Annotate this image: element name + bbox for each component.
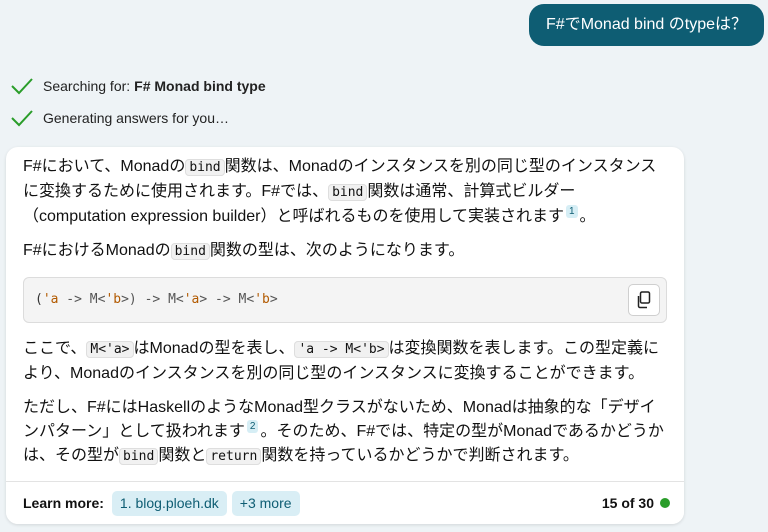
turn-counter-text: 15 of 30 [601, 495, 654, 511]
copy-icon [637, 291, 651, 309]
answer-paragraph-3: ここで、 M<'a> はMonadの型を表し、'a -> M<'b> は変換関数を表し… [23, 337, 667, 386]
inline-code: bind [170, 243, 210, 260]
code-token: 'b [105, 292, 122, 307]
inline-code: bind [185, 159, 225, 176]
text: 関数と [158, 447, 207, 464]
code-token: -> M< [58, 292, 106, 307]
text: 。 [579, 208, 596, 225]
text: はMonadの型を表し、 [133, 340, 295, 357]
answer-paragraph-2: F#におけるMonadの bind 関数の型は、次のようになります。 [23, 239, 667, 264]
generating-status-text: Generating answers for you… [43, 110, 229, 126]
code-token: 'b [254, 292, 270, 307]
answer-paragraph-1: F#において、Monadの bind 関数は、Monadのインスタンスを別の同じ型の… [23, 155, 667, 229]
code-token: > -> M< [199, 292, 255, 307]
inline-code: M<'a> [86, 341, 134, 358]
answer-card: F#において、Monadの bind 関数は、Monadのインスタンスを別の同じ型の… [6, 147, 684, 524]
answer-content: F#において、Monadの bind 関数は、Monadのインスタンスを別の同じ型の… [6, 147, 684, 469]
inline-code: return [206, 448, 262, 465]
status-dot [660, 498, 670, 508]
search-status: Searching for: F# Monad bind type [10, 76, 266, 96]
answer-paragraph-4: ただし、F#にはHaskellのようなMonad型クラスがないため、Monadは… [23, 396, 667, 469]
turn-counter: 15 of 30 [602, 495, 670, 511]
citation-1[interactable]: 1 [565, 205, 578, 218]
inline-code: bind [119, 448, 159, 465]
generating-status: Generating answers for you… [10, 108, 229, 128]
code-block: ('a -> M<'b>) -> M<'a> -> M<'b> [23, 277, 667, 323]
source-link-1[interactable]: 1. blog.ploeh.dk [111, 490, 227, 516]
text: F#におけるMonadの [23, 242, 171, 259]
code-token: 'a [42, 292, 59, 307]
checkmark-icon [11, 78, 33, 95]
inline-code: bind [328, 184, 368, 201]
text: 関数の型は、次のようになります。 [209, 242, 465, 259]
inline-code: 'a -> M<'b> [294, 341, 389, 358]
learn-more-label: Learn more: [23, 495, 104, 511]
user-message-bubble: F#でMonad bind のtypeは？ [529, 4, 764, 46]
code-token: > [269, 292, 278, 307]
checkmark-icon [11, 110, 33, 127]
citation-2[interactable]: 2 [246, 420, 259, 433]
text: 関数を持っているかどうかで判断されます。 [261, 447, 579, 464]
more-sources-button[interactable]: +3 more [231, 490, 300, 516]
search-query: F# Monad bind type [134, 78, 266, 94]
search-status-prefix: Searching for: [43, 78, 131, 94]
code-token: >) -> M< [121, 292, 184, 307]
text: ここで、 [23, 340, 87, 357]
copy-code-button[interactable] [628, 284, 660, 316]
code-token: ( [35, 292, 43, 307]
answer-footer: Learn more: 1. blog.ploeh.dk +3 more 15 … [6, 481, 684, 524]
text: F#において、Monadの [23, 158, 186, 175]
code-token: 'a [183, 292, 200, 307]
